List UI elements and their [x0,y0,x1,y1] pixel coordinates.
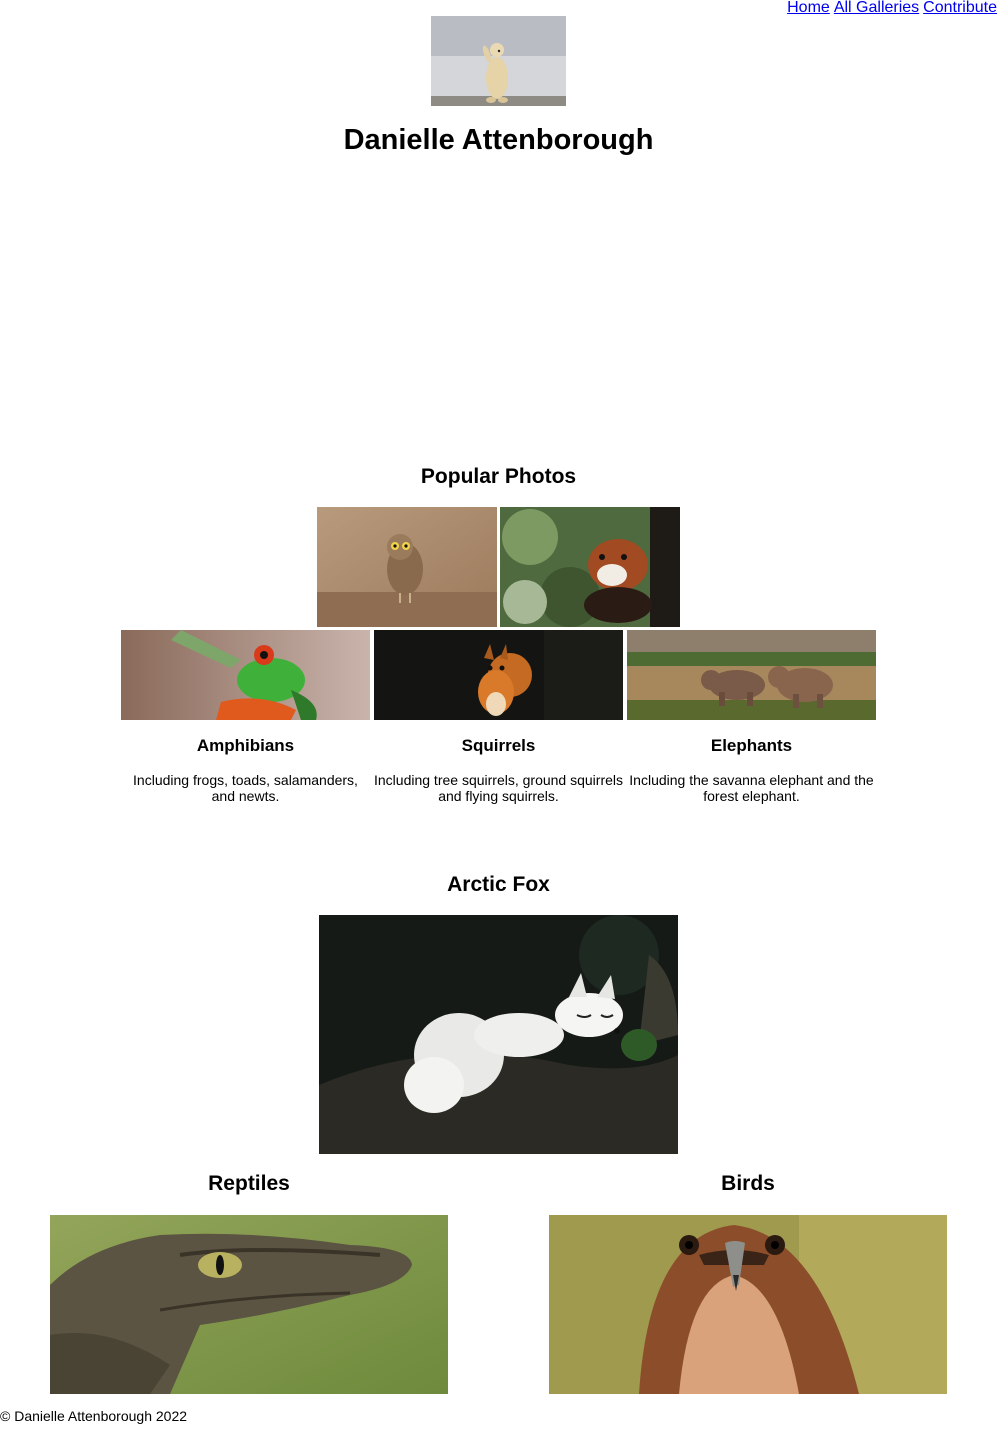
nav-contribute-link[interactable]: Contribute [923,0,997,16]
birds-heading: Birds [721,1172,775,1195]
tree-frog-photo[interactable] [121,630,370,720]
page-title: Danielle Attenborough [343,124,654,156]
reptiles-heading: Reptiles [208,1172,290,1195]
top-nav: Home All Galleries Contribute [783,0,997,16]
elephants-title: Elephants [710,736,793,755]
nav-home-link[interactable]: Home [787,0,830,16]
nav-all-galleries-link[interactable]: All Galleries [834,0,919,16]
squirrel-photo[interactable] [374,630,623,720]
owl-photo[interactable] [317,507,497,627]
squirrels-title: Squirrels [461,736,536,755]
arctic-fox-photo[interactable] [319,915,678,1154]
popular-photos-heading: Popular Photos [420,465,577,488]
amphibians-title: Amphibians [196,736,295,755]
amphibians-description: Including frogs, toads, salamanders, and… [133,772,358,804]
red-panda-photo[interactable] [500,507,680,627]
hawk-photo[interactable] [549,1215,947,1394]
squirrels-description: Including tree squirrels, ground squirre… [374,772,624,804]
elephants-description: Including the savanna elephant and the f… [629,772,874,804]
arctic-fox-heading: Arctic Fox [447,873,550,896]
elephants-photo[interactable] [627,630,876,720]
polar-bear-photo [431,16,566,106]
caiman-photo[interactable] [50,1215,448,1394]
footer-copyright: © Danielle Attenborough 2022 [0,1408,188,1424]
